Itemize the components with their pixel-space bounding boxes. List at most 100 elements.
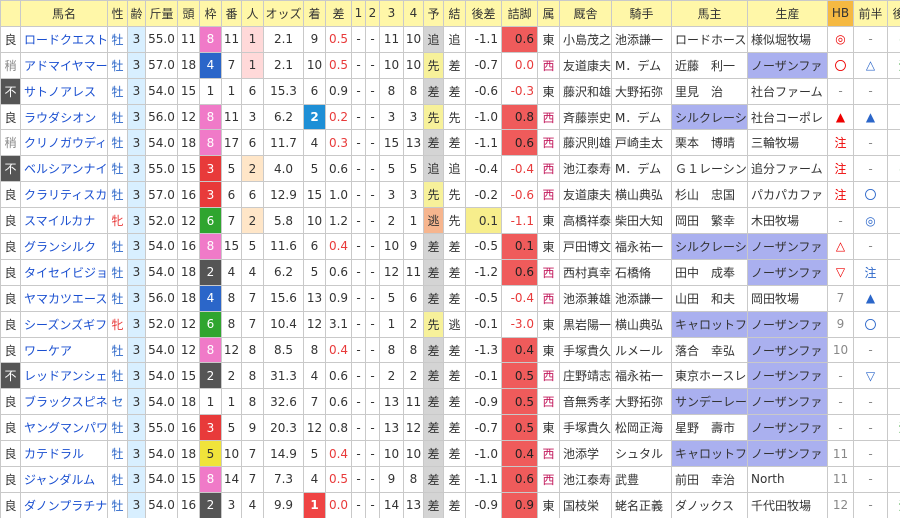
jockey[interactable]: 池添謙一 bbox=[611, 284, 672, 312]
table-row[interactable]: 良ブラックスピネルセ354.01811832.670.6--1311差差-0.9… bbox=[0, 388, 900, 416]
horse-name[interactable]: クリノガウディー bbox=[20, 129, 108, 157]
stable[interactable]: 池江泰寿 bbox=[559, 155, 612, 183]
stable[interactable]: 池添兼雄 bbox=[559, 284, 612, 312]
jockey[interactable]: 柴田大知 bbox=[611, 207, 672, 235]
column-header[interactable]: 後半 bbox=[887, 0, 900, 27]
stable[interactable]: 庄野靖志 bbox=[559, 362, 612, 390]
stable[interactable]: 音無秀孝 bbox=[559, 388, 612, 416]
breeder[interactable]: 社台ファーム bbox=[747, 77, 828, 105]
horse-name[interactable]: ベルシアンナイト bbox=[20, 155, 108, 183]
owner[interactable]: キャロットフ bbox=[671, 310, 748, 338]
horse-name[interactable]: ヤマカツエース bbox=[20, 284, 108, 312]
table-row[interactable]: 良ダノンプラチナ牡 3 54.0 16 2 3 4 9.9 1 0.0- -14 13 差差 -0.9 0.… bbox=[0, 491, 900, 518]
owner[interactable]: ダノックス bbox=[671, 491, 748, 518]
column-header[interactable]: 騎手 bbox=[611, 0, 672, 27]
column-header[interactable]: 差 bbox=[325, 0, 352, 27]
horse-name[interactable]: シーズンズギフト bbox=[20, 310, 108, 338]
stable[interactable]: 友道康夫 bbox=[559, 51, 612, 79]
breeder[interactable]: 三輪牧場 bbox=[747, 129, 828, 157]
owner[interactable]: シルクレーシ bbox=[671, 233, 748, 260]
owner[interactable]: 岡田 繁幸 bbox=[671, 207, 748, 235]
column-header[interactable]: 結 bbox=[443, 0, 466, 27]
breeder[interactable]: ノーザンファ bbox=[747, 336, 828, 364]
stable[interactable]: 友道康夫 bbox=[559, 181, 612, 209]
stable[interactable]: 高橋祥泰 bbox=[559, 207, 612, 235]
owner[interactable]: シルクレーシ bbox=[671, 103, 748, 131]
jockey[interactable]: 戸崎圭太 bbox=[611, 129, 672, 157]
horse-name[interactable]: タイセイビジョン bbox=[20, 258, 108, 286]
column-header[interactable]: 頭 bbox=[177, 0, 200, 27]
horse-name[interactable]: アドマイヤマーズ bbox=[20, 51, 108, 79]
column-header[interactable]: 厩舎 bbox=[559, 0, 612, 27]
horse-name[interactable]: ロードクエスト bbox=[20, 25, 108, 53]
stable[interactable]: 池添学 bbox=[559, 440, 612, 468]
jockey[interactable]: シュタル bbox=[611, 440, 672, 468]
column-header[interactable]: 齢 bbox=[127, 0, 146, 27]
jockey[interactable]: 大野拓弥 bbox=[611, 388, 672, 416]
table-row[interactable]: 良ジャンダルム牡 3 54.0 15 8 14 7 7.3 4 0.5- -9 8 差差 -1.1 0.6 西… bbox=[0, 466, 900, 493]
breeder[interactable]: ノーザンファ bbox=[747, 258, 828, 286]
owner[interactable]: 近藤 利一 bbox=[671, 51, 748, 79]
column-header[interactable]: オッズ bbox=[263, 0, 304, 27]
column-header[interactable] bbox=[0, 0, 21, 27]
jockey[interactable]: M．デム bbox=[611, 103, 672, 131]
owner[interactable]: サンデーレー bbox=[671, 388, 748, 416]
column-header[interactable]: 斤量 bbox=[145, 0, 178, 27]
breeder[interactable]: 社台コーポレ bbox=[747, 103, 828, 131]
horse-name[interactable]: クラリティスカイ bbox=[20, 181, 108, 209]
stable[interactable]: 西村真幸 bbox=[559, 258, 612, 286]
table-row[interactable]: 良ヤングマンパワー牡355.01635920.3120.8--1312差差-0.… bbox=[0, 414, 900, 442]
horse-name[interactable]: グランシルク bbox=[20, 233, 108, 260]
column-header[interactable]: HB bbox=[827, 0, 854, 27]
column-header[interactable]: 予 bbox=[423, 0, 444, 27]
owner[interactable]: 星野 壽市 bbox=[671, 414, 748, 442]
horse-name[interactable]: サトノアレス bbox=[20, 77, 108, 105]
breeder[interactable]: 追分ファーム bbox=[747, 155, 828, 183]
horse-name[interactable]: ジャンダルム bbox=[20, 466, 108, 493]
jockey[interactable]: 横山典弘 bbox=[611, 310, 672, 338]
breeder[interactable]: ノーザンファ bbox=[747, 440, 828, 468]
breeder[interactable]: 岡田牧場 bbox=[747, 284, 828, 312]
jockey[interactable]: 蛯名正義 bbox=[611, 491, 672, 518]
column-header[interactable]: 番 bbox=[221, 0, 242, 27]
column-header[interactable]: 1 bbox=[351, 0, 366, 27]
jockey[interactable]: 松岡正海 bbox=[611, 414, 672, 442]
column-header[interactable]: 2 bbox=[365, 0, 380, 27]
stable[interactable]: 戸田博文 bbox=[559, 233, 612, 260]
stable[interactable]: 国枝栄 bbox=[559, 491, 612, 518]
owner[interactable]: 山田 和夫 bbox=[671, 284, 748, 312]
owner[interactable]: 杉山 忠国 bbox=[671, 181, 748, 209]
jockey[interactable]: M．デム bbox=[611, 155, 672, 183]
column-header[interactable]: 性 bbox=[107, 0, 128, 27]
breeder[interactable]: ノーザンファ bbox=[747, 310, 828, 338]
table-row[interactable]: 良シーズンズギフト牝352.01268710.4123.1--12先逃-0.1-… bbox=[0, 310, 900, 338]
column-header[interactable]: 前半 bbox=[853, 0, 888, 27]
table-row[interactable]: 不サトノアレス牡 3 54.0 15 1 1 6 15.3 6 0.9- -8 8 差差 -0.6 -0.3… bbox=[0, 77, 900, 105]
jockey[interactable]: 福永祐一 bbox=[611, 233, 672, 260]
table-row[interactable]: 良クラリティスカイ牡357.01636612.9151.0--33先先-0.2-… bbox=[0, 181, 900, 209]
breeder[interactable]: ノーザンファ bbox=[747, 414, 828, 442]
column-header[interactable]: 属 bbox=[537, 0, 560, 27]
column-header[interactable]: 馬名 bbox=[20, 0, 108, 27]
horse-name[interactable]: ラウダシオン bbox=[20, 103, 108, 131]
horse-name[interactable]: スマイルカナ bbox=[20, 207, 108, 235]
breeder[interactable]: North bbox=[747, 466, 828, 493]
stable[interactable]: 黒岩陽一 bbox=[559, 310, 612, 338]
table-row[interactable]: 良タイセイビジョン牡354.0182446.250.6--1211差差-1.20… bbox=[0, 258, 900, 286]
jockey[interactable]: 石橋脩 bbox=[611, 258, 672, 286]
stable[interactable]: 藤沢和雄 bbox=[559, 77, 612, 105]
horse-name[interactable]: ヤングマンパワー bbox=[20, 414, 108, 442]
table-row[interactable]: 良ヤマカツエース牡 3 56.0 18 4 8 7 15.6 13 0.9- -5 6 差差 -0.5 -0… bbox=[0, 284, 900, 312]
column-header[interactable]: 生産 bbox=[747, 0, 828, 27]
horse-name[interactable]: ダノンプラチナ bbox=[20, 491, 108, 518]
owner[interactable]: キャロットフ bbox=[671, 440, 748, 468]
horse-name[interactable]: カテドラル bbox=[20, 440, 108, 468]
owner[interactable]: 前田 幸治 bbox=[671, 466, 748, 493]
table-row[interactable]: 不ベルシアンナイト牡355.0153524.050.6--55追追-0.4-0.… bbox=[0, 155, 900, 183]
stable[interactable]: 手塚貴久 bbox=[559, 336, 612, 364]
table-row[interactable]: 良ワーケア牡 3 54.0 12 8 12 8 8.5 8 0.4- -8 8 差差 -1.3 0.4 東手塚… bbox=[0, 336, 900, 364]
stable[interactable]: 藤沢則雄 bbox=[559, 129, 612, 157]
column-header[interactable]: 人 bbox=[241, 0, 264, 27]
owner[interactable]: 落合 幸弘 bbox=[671, 336, 748, 364]
breeder[interactable]: パカパカファ bbox=[747, 181, 828, 209]
